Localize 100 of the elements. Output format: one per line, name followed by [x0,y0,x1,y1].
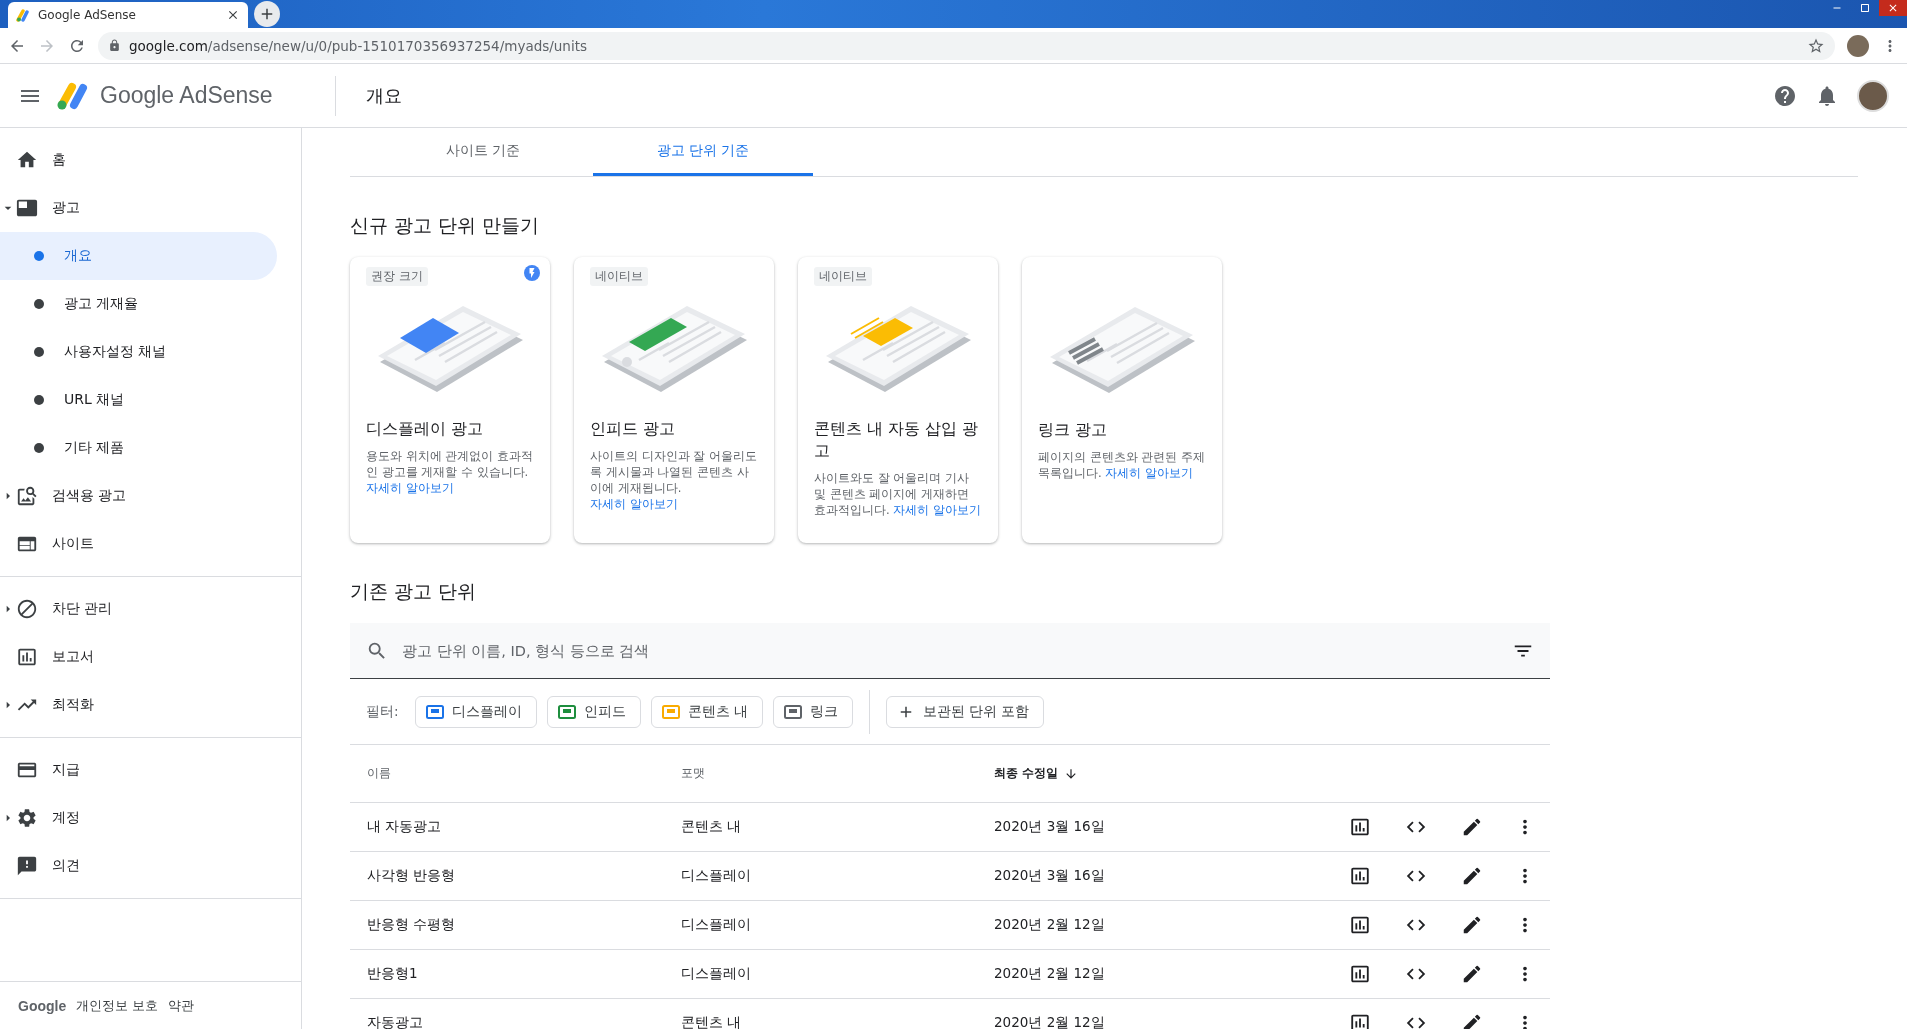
table-cell-text: 디스플레이 [681,867,752,885]
card-badge: 네이티브 [814,267,872,286]
pencil-icon[interactable] [1461,865,1483,887]
card-badge: 권장 크기 [366,267,428,286]
card-description: 용도와 위치에 관계없이 효과적인 광고를 게재할 수 있습니다. 자세히 알아보기 [366,448,534,496]
filter-chip[interactable]: 링크 [772,695,853,728]
table-cell-text: 2020년 2월 12일 [994,1014,1106,1029]
table-cell-text: 사각형 반응형 [367,867,457,885]
sidebar-item[interactable]: 차단 관리 [0,585,301,633]
sidebar-item[interactable]: 검색용 광고 [0,472,301,520]
footer-link[interactable]: 약관 [168,996,195,1015]
chart-icon[interactable] [1349,914,1371,936]
sidebar-item[interactable]: 사이트 [0,520,301,568]
sidebar-item[interactable]: 최적화 [0,681,301,729]
pencil-icon[interactable] [1461,914,1483,936]
table-cell-text: 2020년 2월 12일 [994,916,1106,934]
ad-format-icon [557,704,576,719]
sidebar-item[interactable]: 계정 [0,794,301,842]
chart-icon [16,646,38,668]
learn-more-link[interactable]: 자세히 알아보기 [893,503,981,517]
help-icon[interactable] [1773,83,1797,108]
bullet-icon [34,299,44,309]
bullet-icon [34,443,44,453]
sidebar-subitem[interactable]: 사용자설정 채널 [0,328,277,376]
ad-type-card[interactable]: 네이티브 콘텐츠 내 자동 삽입 광고 사이트와도 잘 어울리며 기사 및 콘텐츠 페이지에 게재하면 효과적입니다. 자세히 알아보기 [798,257,998,543]
search-ads-icon [16,485,38,507]
table-cell-text: 2020년 2월 12일 [994,965,1106,983]
sidebar-subitem[interactable]: 광고 게재율 [0,280,277,328]
card-title: 콘텐츠 내 자동 삽입 광고 [814,419,979,462]
table-cell-text: 2020년 3월 16일 [994,818,1106,836]
search-input[interactable]: 광고 단위 이름, ID, 형식 등으로 검색 [400,641,1500,660]
browser-tab[interactable]: Google AdSense [8,2,248,28]
table-cell-text: 콘텐츠 내 [681,818,743,836]
search-field[interactable]: 광고 단위 이름, ID, 형식 등으로 검색 [350,623,1550,679]
column-header: 포맷 [681,765,706,782]
maximize-icon[interactable] [1859,2,1871,14]
bullet-icon [34,347,44,357]
ad-format-icon [425,704,444,719]
address-bar[interactable]: google.com/adsense/new/u/0/pub-1510170356937254/myads/units [98,31,1835,60]
ad-format-icon [783,704,802,719]
table-cell-text: 2020년 3월 16일 [994,867,1106,885]
tab[interactable]: 광고 단위 기준 [593,128,813,176]
chart-icon[interactable] [1349,816,1371,838]
filter-chip[interactable]: 인피드 [546,695,641,728]
sidebar-item[interactable]: 광고 [0,184,301,232]
card-description: 페이지의 콘텐츠와 관련된 주제 목록입니다. 자세히 알아보기 [1038,449,1206,481]
filter-chip[interactable]: 디스플레이 [414,695,537,728]
column-header[interactable]: 최종 수정일 [994,765,1332,782]
chart-icon[interactable] [1349,963,1371,985]
google-logo: Google [18,997,67,1014]
filter-chip[interactable]: 보관된 단위 포함 [885,695,1045,728]
card-badge: 네이티브 [590,267,648,286]
chart-icon[interactable] [1349,1012,1371,1029]
adsense-logo-icon [56,80,90,111]
table-cell-text: 디스플레이 [681,965,752,983]
card-description: 사이트와도 잘 어울리며 기사 및 콘텐츠 페이지에 게재하면 효과적입니다. 자세히 알아보기 [814,470,982,518]
pencil-icon[interactable] [1461,1012,1483,1029]
page-title: 개요 [366,83,402,108]
sidebar-item[interactable]: 홈 [0,136,301,184]
card-title: 링크 광고 [1038,420,1108,441]
sidebar-item[interactable]: 지급 [0,746,301,794]
section-title: 신규 광고 단위 만들기 [350,213,541,238]
card-title: 디스플레이 광고 [366,419,484,440]
account-avatar[interactable] [1857,79,1889,112]
card-title: 인피드 광고 [590,419,676,440]
table-cell-text: 반응형1 [367,965,419,983]
feedback-icon [16,855,38,877]
close-icon[interactable] [1887,2,1899,14]
ad-unit-icon [16,197,38,219]
learn-more-link[interactable]: 자세히 알아보기 [366,481,454,495]
block-icon [16,598,38,620]
card-description: 사이트의 디자인과 잘 어울리도록 게시물과 나열된 콘텐츠 사이에 게재됩니다. 자세히 알아보기 [590,448,758,512]
learn-more-link[interactable]: 자세히 알아보기 [1105,466,1193,480]
sidebar-subitem[interactable]: URL 채널 [0,376,277,424]
sidebar-item[interactable]: 의견 [0,842,301,890]
table-cell-text: 디스플레이 [681,916,752,934]
sidebar-subitem[interactable]: 기타 제품 [0,424,277,472]
table-cell-text: 반응형 수평형 [367,916,457,934]
ad-type-card[interactable]: 권장 크기 디스플레이 광고 용도와 위치에 관계없이 효과적인 광고를 게재할 수 있습니다. 자세히 알아보기 [350,257,550,543]
product-name: Google AdSense [100,82,273,109]
ad-type-card[interactable]: 링크 광고 페이지의 콘텐츠와 관련된 주제 목록입니다. 자세히 알아보기 [1022,257,1222,543]
ad-type-card[interactable]: 네이티브 인피드 광고 사이트의 디자인과 잘 어울리도록 게시물과 나열된 콘텐츠 사이에 게재됩니다. 자세히 알아보기 [574,257,774,543]
chart-icon[interactable] [1349,865,1371,887]
filter-chip[interactable]: 콘텐츠 내 [650,695,763,728]
table-cell-text: 내 자동광고 [367,818,443,836]
profile-avatar[interactable] [1847,34,1869,57]
pencil-icon[interactable] [1461,963,1483,985]
column-header: 이름 [367,765,392,782]
section-title: 기존 광고 단위 [350,579,478,604]
adsense-logo-icon [16,8,30,22]
table-cell-text: 콘텐츠 내 [681,1014,743,1029]
learn-more-link[interactable]: 자세히 알아보기 [590,497,678,511]
table-cell-text: 자동광고 [367,1014,424,1029]
sidebar-subitem[interactable]: 개요 [0,232,277,280]
close-icon[interactable] [226,8,240,22]
footer-link[interactable]: 개인정보 보호 [76,996,159,1015]
pencil-icon[interactable] [1461,816,1483,838]
tab[interactable]: 사이트 기준 [373,128,593,176]
sidebar-item[interactable]: 보고서 [0,633,301,681]
bullet-icon [34,251,44,261]
